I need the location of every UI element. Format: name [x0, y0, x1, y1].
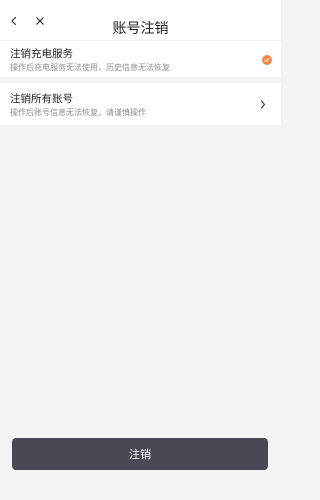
chevron-right-icon: [259, 99, 267, 109]
cancel-account-button[interactable]: 注销: [12, 438, 268, 470]
account-cancellation-page: 账号注销 注销充电服务 操作后充电服务无法使用，历史信息无法恢复 注销所有账号 …: [0, 0, 281, 500]
option-cancel-charging-service[interactable]: 注销充电服务 操作后充电服务无法使用，历史信息无法恢复: [0, 41, 281, 77]
close-button[interactable]: [32, 13, 48, 29]
close-icon: [36, 17, 44, 25]
top-bar: 账号注销: [0, 0, 281, 40]
option-title: 注销充电服务: [10, 48, 73, 60]
option-description: 操作后账号信息无法恢复，请谨慎操作: [10, 108, 146, 117]
option-cancel-all-accounts[interactable]: 注销所有账号 操作后账号信息无法恢复，请谨慎操作: [0, 83, 281, 125]
option-description: 操作后充电服务无法使用，历史信息无法恢复: [10, 63, 170, 72]
option-title: 注销所有账号: [10, 93, 73, 105]
back-button[interactable]: [6, 13, 22, 29]
back-arrow-icon: [11, 16, 17, 26]
check-circle-icon: [262, 55, 272, 65]
